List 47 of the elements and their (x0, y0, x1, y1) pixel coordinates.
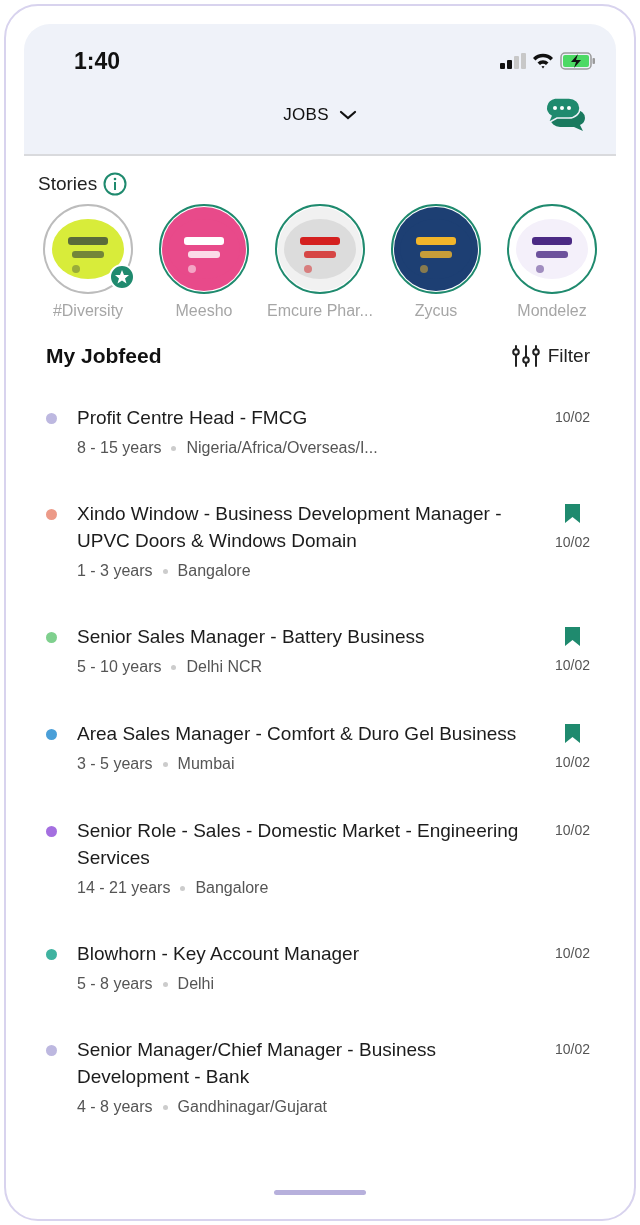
experience-text: 5 - 10 years (77, 657, 162, 677)
battery-icon (560, 52, 596, 70)
experience-text: 1 - 3 years (77, 561, 153, 581)
section-title: My Jobfeed (46, 344, 162, 368)
job-title[interactable]: Profit Centre Head - FMCG (77, 404, 534, 431)
story-label: Meesho (175, 302, 233, 320)
date-text: 10/02 (554, 1040, 590, 1059)
bookmark-icon[interactable] (565, 724, 580, 743)
signal-icon (500, 53, 526, 69)
wifi-icon (532, 53, 554, 69)
story-label: Emcure Phar... (267, 302, 373, 320)
date-text: 10/02 (554, 944, 590, 963)
job-title[interactable]: Senior Sales Manager - Battery Business (77, 623, 534, 650)
date-text: 10/02 (554, 533, 590, 552)
story-label: Zycus (414, 302, 458, 320)
location-text: Delhi NCR (186, 657, 263, 677)
story-label: #Diversity (52, 302, 124, 320)
date-text: 10/02 (554, 753, 590, 772)
job-title[interactable]: Senior Manager/Chief Manager - Business Development - Bank (77, 1036, 534, 1090)
location-text: Delhi (177, 974, 215, 994)
location-text: Nigeria/Africa/Overseas/I... (186, 438, 378, 458)
filter-button[interactable]: Filter (511, 345, 590, 367)
experience-text: 4 - 8 years (77, 1097, 153, 1117)
date-text: 10/02 (554, 656, 590, 675)
section-title: Stories (38, 173, 98, 195)
job-title[interactable]: Senior Role - Sales - Domestic Market - Engineering Services (77, 817, 534, 871)
story-label: Mondelez (517, 302, 587, 320)
location-text: Mumbai (177, 754, 235, 774)
bookmark-icon[interactable] (565, 504, 580, 523)
location-text: Gandhinagar/Gujarat (177, 1097, 328, 1117)
experience-text: 5 - 8 years (77, 974, 153, 994)
experience-text: 8 - 15 years (77, 438, 162, 458)
experience-text: 14 - 21 years (77, 878, 171, 898)
jobs-dropdown[interactable]: JOBS (279, 101, 361, 129)
clock: 1:40 (74, 47, 121, 75)
job-title[interactable]: Area Sales Manager - Comfort & Duro Gel Business (77, 720, 534, 747)
bookmark-icon[interactable] (565, 627, 580, 646)
job-title[interactable]: Xindo Window - Business Development Manager - UPVC Doors & Windows Domain (77, 500, 534, 554)
experience-text: 3 - 5 years (77, 754, 153, 774)
date-text: 10/02 (554, 408, 590, 427)
location-text: Bangalore (177, 561, 251, 581)
sliders-icon (511, 345, 540, 367)
chevron-down-icon (338, 110, 357, 120)
location-text: Bangalore (195, 878, 269, 898)
info-icon[interactable] (103, 172, 128, 196)
date-text: 10/02 (554, 821, 590, 840)
job-title[interactable]: Blowhorn - Key Account Manager (77, 940, 534, 967)
